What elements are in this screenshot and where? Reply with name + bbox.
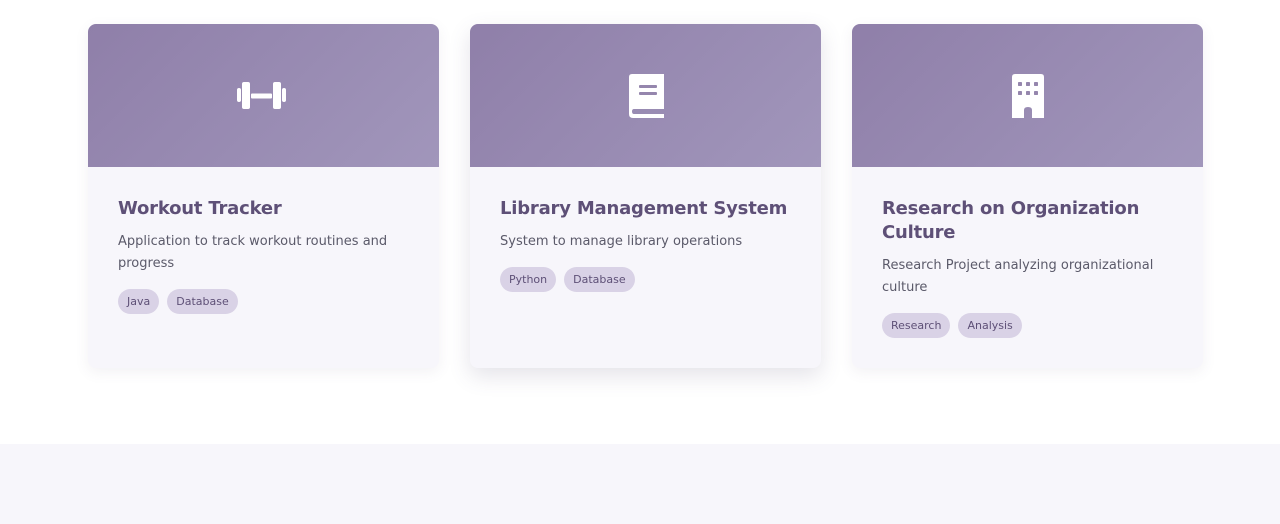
tag: Python bbox=[500, 267, 557, 292]
card-body: Library Management System System to mana… bbox=[470, 167, 821, 292]
card-title: Workout Tracker bbox=[118, 198, 282, 219]
card-description: Application to track workout routines an… bbox=[118, 234, 388, 271]
project-card-research-organization-culture[interactable]: Research on Organization Culture Researc… bbox=[852, 24, 1203, 368]
card-banner bbox=[470, 24, 821, 167]
tag-list: Python Database bbox=[500, 267, 791, 292]
tag-list: Java Database bbox=[118, 289, 409, 314]
tag: Java bbox=[118, 289, 160, 314]
tag: Research bbox=[882, 313, 951, 338]
tag: Database bbox=[564, 267, 635, 292]
project-card-workout-tracker[interactable]: Workout Tracker Application to track wor… bbox=[88, 24, 439, 368]
projects-section: Workout Tracker Application to track wor… bbox=[0, 0, 1280, 524]
tag: Database bbox=[167, 289, 238, 314]
card-title: Library Management System bbox=[500, 198, 788, 219]
building-icon bbox=[1008, 72, 1048, 120]
dumbbell-icon bbox=[235, 74, 293, 118]
book-icon bbox=[624, 72, 668, 120]
card-title: Research on Organization Culture bbox=[882, 198, 1140, 243]
card-description: Research Project analyzing organizationa… bbox=[882, 258, 1154, 295]
next-section-band bbox=[0, 444, 1280, 524]
card-body: Research on Organization Culture Researc… bbox=[852, 167, 1203, 338]
card-banner bbox=[88, 24, 439, 167]
card-banner bbox=[852, 24, 1203, 167]
tag-list: Research Analysis bbox=[882, 313, 1173, 338]
card-body: Workout Tracker Application to track wor… bbox=[88, 167, 439, 314]
project-card-library-management[interactable]: Library Management System System to mana… bbox=[470, 24, 821, 368]
card-description: System to manage library operations bbox=[500, 234, 743, 249]
tag: Analysis bbox=[958, 313, 1022, 338]
project-cards: Workout Tracker Application to track wor… bbox=[88, 24, 1203, 368]
